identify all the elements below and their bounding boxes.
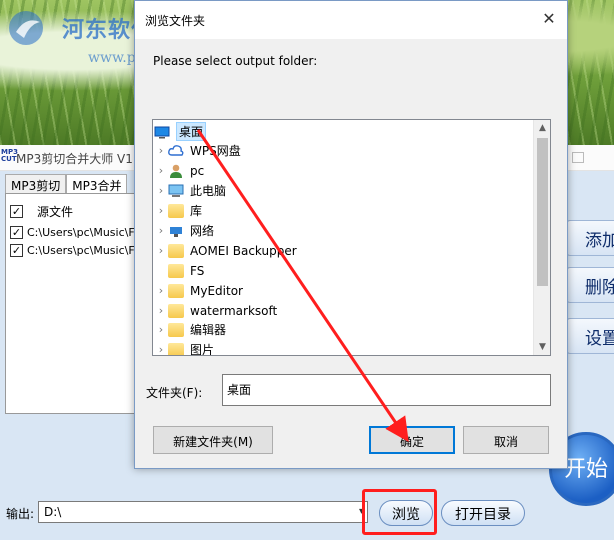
folder-icon [168, 322, 184, 337]
folder-icon [168, 303, 184, 318]
app-title: MP3剪切合并大师 V1 [16, 152, 133, 166]
cancel-button-label: 取消 [493, 435, 518, 449]
expand-chevron-icon[interactable]: › [154, 164, 168, 177]
folder-name-field[interactable]: 桌面 [222, 374, 551, 406]
scroll-up-icon[interactable]: ▲ [534, 120, 550, 136]
tree-item-label: 库 [190, 204, 203, 218]
output-path-value: D:\ [44, 505, 62, 519]
desktop-icon [154, 125, 170, 139]
tab-mp3-cut[interactable]: MP3剪切 [5, 174, 67, 194]
add-button[interactable]: 添加 [566, 220, 614, 256]
browse-folder-dialog: 浏览文件夹 ✕ Please select output folder: 桌面 … [134, 0, 568, 469]
tree-item-editor[interactable]: › 编辑器 [154, 320, 226, 339]
delete-button-label: 删除 [585, 278, 614, 298]
expand-chevron-icon[interactable]: › [154, 343, 168, 355]
tab-bar: MP3剪切 MP3合并 [5, 174, 128, 194]
select-all-checkbox[interactable]: ✓ [10, 204, 23, 218]
tree-item-label: WPS网盘 [190, 144, 241, 158]
tree-item-fs[interactable]: FS [168, 261, 204, 280]
expand-chevron-icon[interactable]: › [154, 204, 168, 217]
folder-field-label: 文件夹(F): [146, 386, 203, 400]
scroll-down-icon[interactable]: ▼ [534, 339, 550, 355]
user-icon [168, 164, 184, 178]
dialog-title: 浏览文件夹 [145, 14, 206, 28]
expand-chevron-icon[interactable]: › [154, 284, 168, 297]
tab-mp3-merge[interactable]: MP3合并 [66, 174, 128, 194]
tree-item-wps-drive[interactable]: › WPS网盘 [154, 141, 241, 160]
file-path: C:\Users\pc\Music\F [27, 225, 135, 239]
tree-item-watermarksoft[interactable]: › watermarksoft [154, 301, 277, 320]
library-icon [168, 203, 184, 218]
add-button-label: 添加 [585, 231, 614, 251]
tree-item-library[interactable]: › 库 [154, 201, 202, 220]
watermark-logo-icon [9, 11, 43, 45]
open-directory-button-label: 打开目录 [455, 507, 511, 523]
tree-item-label: 编辑器 [190, 323, 227, 337]
output-label: 输出: [6, 507, 35, 521]
expand-chevron-icon[interactable]: › [154, 144, 168, 157]
tree-item-label: 此电脑 [190, 184, 227, 198]
source-file-header: 源文件 [37, 204, 74, 219]
expand-chevron-icon[interactable]: › [154, 184, 168, 197]
tree-item-desktop[interactable]: 桌面 [154, 122, 207, 141]
ok-button[interactable]: 确定 [369, 426, 455, 454]
dialog-titlebar: 浏览文件夹 ✕ [135, 1, 567, 39]
cloud-icon [168, 144, 184, 158]
tree-item-label: MyEditor [190, 283, 243, 298]
file-row[interactable]: ✓ C:\Users\pc\Music\F [10, 241, 135, 259]
file-row[interactable]: ✓ C:\Users\pc\Music\F [10, 223, 135, 241]
folder-icon [168, 342, 184, 355]
vertical-scrollbar[interactable]: ▲ ▼ [533, 120, 550, 355]
folder-icon [168, 243, 184, 258]
expand-chevron-icon[interactable]: › [154, 224, 168, 237]
tree-item-myeditor[interactable]: › MyEditor [154, 281, 243, 300]
folder-tree[interactable]: 桌面 › WPS网盘 › pc › 此电脑 › 库 › 网络 › AOMEI B… [152, 119, 551, 356]
tree-item-label: 桌面 [176, 122, 207, 141]
expand-chevron-icon[interactable]: › [154, 244, 168, 257]
tree-item-network[interactable]: › 网络 [154, 221, 214, 240]
tree-item-this-pc[interactable]: › 此电脑 [154, 181, 226, 200]
cancel-button[interactable]: 取消 [463, 426, 549, 454]
file-list-header: ✓ 源文件 [10, 202, 73, 220]
source-file-list[interactable]: ✓ 源文件 ✓ C:\Users\pc\Music\F ✓ C:\Users\p… [5, 193, 135, 414]
app-logo-icon: MP3 CUT [1, 148, 18, 163]
tree-item-aomei-backupper[interactable]: › AOMEI Backupper [154, 241, 297, 260]
tree-item-pictures[interactable]: › 图片 [154, 340, 215, 356]
tree-item-label: FS [190, 263, 205, 278]
folder-icon [168, 263, 184, 278]
network-icon [168, 224, 184, 238]
folder-icon [168, 283, 184, 298]
tree-item-label: 网络 [190, 224, 215, 238]
new-folder-button[interactable]: 新建文件夹(M) [153, 426, 273, 454]
expand-chevron-icon[interactable]: › [154, 323, 168, 336]
close-icon[interactable]: ✕ [540, 10, 558, 28]
computer-icon [168, 184, 184, 198]
scrollbar-thumb[interactable] [537, 138, 548, 286]
start-button-label: 开始 [564, 457, 609, 482]
maximize-button[interactable] [572, 152, 584, 163]
annotation-highlight-box [362, 489, 437, 535]
settings-button[interactable]: 设置 [566, 318, 614, 354]
tree-item-label: watermarksoft [190, 303, 278, 318]
dialog-prompt: Please select output folder: [153, 54, 318, 68]
output-path-combo[interactable]: D:\ ▾ [38, 501, 368, 523]
open-directory-button[interactable]: 打开目录 [441, 500, 525, 526]
expand-chevron-icon[interactable]: › [154, 304, 168, 317]
tree-item-label: 图片 [190, 343, 215, 356]
tree-item-label: pc [190, 163, 205, 178]
tree-item-label: AOMEI Backupper [190, 243, 297, 258]
ok-button-label: 确定 [399, 435, 424, 449]
settings-button-label: 设置 [585, 329, 614, 349]
delete-button[interactable]: 删除 [566, 267, 614, 303]
tree-item-user[interactable]: › pc [154, 161, 204, 180]
file-path: C:\Users\pc\Music\F [27, 243, 135, 257]
new-folder-button-label: 新建文件夹(M) [173, 435, 253, 449]
file-checkbox[interactable]: ✓ [10, 243, 23, 257]
file-checkbox[interactable]: ✓ [10, 225, 23, 239]
folder-name-value: 桌面 [227, 383, 252, 397]
